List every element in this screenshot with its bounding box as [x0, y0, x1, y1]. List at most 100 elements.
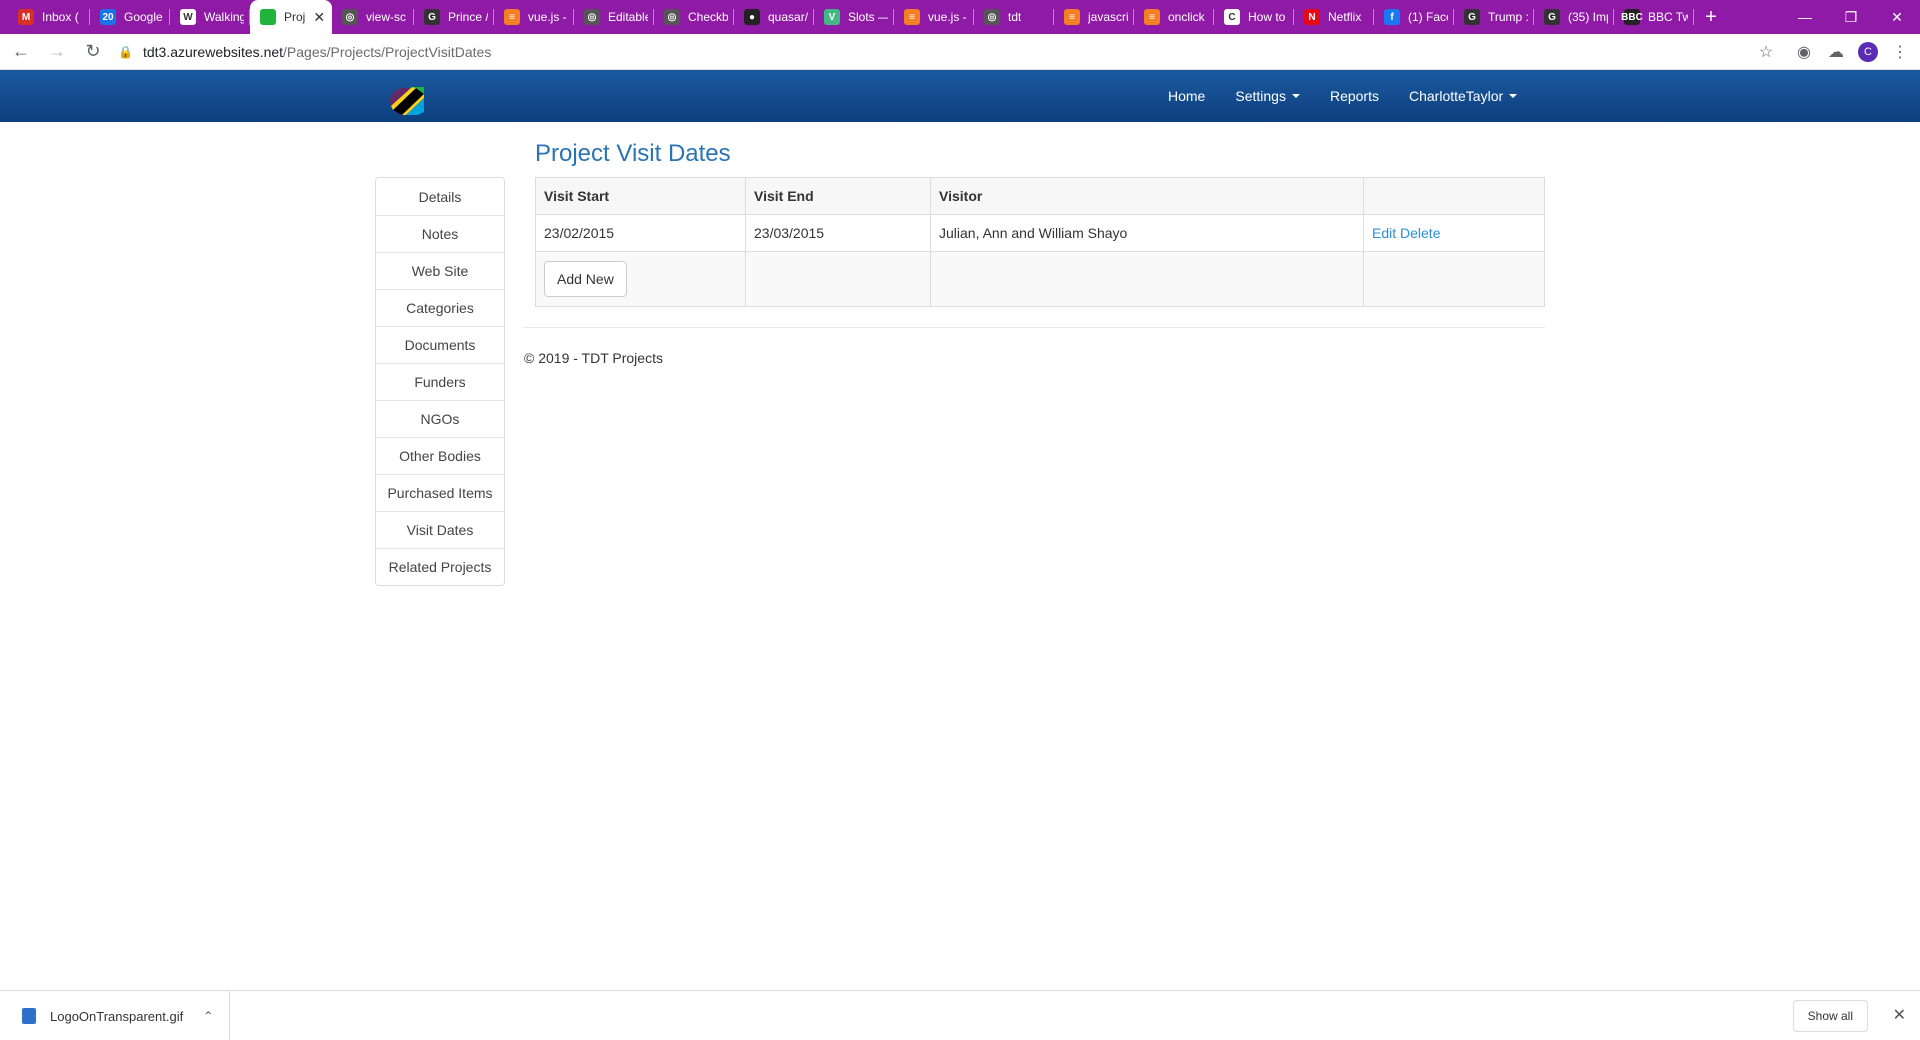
sidebar-item-ngos[interactable]: NGOs	[376, 400, 504, 437]
browser-tab[interactable]: BBC BBC Tw	[1614, 0, 1694, 34]
browser-tab[interactable]: 20 Google	[90, 0, 170, 34]
browser-tab[interactable]: f (1) Face	[1374, 0, 1454, 34]
profile-initial: C	[1858, 41, 1878, 62]
page-title: Project Visit Dates	[535, 140, 731, 167]
project-sidebar: Details Notes Web Site Categories Documents F…	[375, 177, 505, 586]
tab-close-icon[interactable]: ✕	[313, 9, 325, 26]
close-icon[interactable]: ✕	[1893, 1005, 1906, 1025]
empty-cell	[745, 251, 931, 307]
browser-tab[interactable]: ◎ tdt	[974, 0, 1054, 34]
sidebar-item-categories[interactable]: Categories	[376, 289, 504, 326]
sidebar-item-documents[interactable]: Documents	[376, 326, 504, 363]
browser-tab[interactable]: V Slots —	[814, 0, 894, 34]
address-bar[interactable]: 🔒 tdt3.azurewebsites.net/Pages/Projects/…	[118, 38, 1750, 66]
chevron-up-icon[interactable]: ⌃	[203, 1009, 213, 1023]
sidebar-item-details[interactable]: Details	[376, 178, 504, 215]
browser-tab[interactable]: ≡ javascri	[1054, 0, 1134, 34]
nav-user-label: CharlotteTaylor	[1408, 88, 1504, 104]
profile-avatar[interactable]: C	[1852, 37, 1884, 67]
header-actions	[1363, 177, 1545, 215]
netflix-icon: N	[1304, 9, 1320, 25]
browser-tab[interactable]: ◎ view-sc	[332, 0, 414, 34]
browser-tab[interactable]: N Netflix	[1294, 0, 1374, 34]
browser-tab[interactable]: ≡ vue.js -	[494, 0, 574, 34]
sidebar-item-related-projects[interactable]: Related Projects	[376, 548, 504, 585]
browser-tab[interactable]: ● quasar/	[734, 0, 814, 34]
table-header-row: Visit Start Visit End Visitor	[535, 177, 1545, 215]
download-bar: LogoOnTransparent.gif ⌃ Show all ✕	[0, 990, 1920, 1040]
delete-link[interactable]: Delete	[1400, 225, 1440, 241]
nav-settings-dropdown[interactable]: Settings	[1235, 88, 1300, 104]
caret-down-icon	[1291, 94, 1300, 98]
nav-user-dropdown[interactable]: CharlotteTaylor	[1408, 88, 1518, 104]
sidebar-item-other-bodies[interactable]: Other Bodies	[376, 437, 504, 474]
browser-tab[interactable]: ≡ onclick	[1134, 0, 1214, 34]
nav-settings-label: Settings	[1235, 88, 1286, 104]
g-icon: G	[1544, 9, 1560, 25]
tab-label: Editable	[608, 10, 648, 24]
close-window-icon[interactable]: ✕	[1874, 0, 1920, 34]
window-controls: — ❐ ✕	[1782, 0, 1920, 34]
browser-tab[interactable]: Proj ✕	[250, 0, 332, 34]
tab-label: vue.js -	[528, 10, 567, 24]
add-new-button[interactable]: Add New	[544, 261, 627, 297]
browser-tab[interactable]: ◎ Editable	[574, 0, 654, 34]
cell-actions: Edit Delete	[1363, 214, 1545, 252]
tab-label: Proj	[284, 10, 306, 24]
tab-label: javascri	[1088, 10, 1128, 24]
extension-icon[interactable]: ◉	[1788, 37, 1820, 67]
calendar-icon: 20	[100, 9, 116, 25]
tab-label: (1) Face	[1408, 10, 1448, 24]
table-row: 23/02/2015 23/03/2015 Julian, Ann and Wi…	[535, 214, 1545, 252]
wikipedia-icon: W	[180, 9, 196, 25]
tab-label: (35) Imp	[1568, 10, 1608, 24]
cloud-extension-icon[interactable]: ☁	[1820, 37, 1852, 67]
tab-label: Netflix	[1328, 10, 1362, 24]
browser-tab[interactable]: C How to	[1214, 0, 1294, 34]
file-icon	[22, 1008, 36, 1024]
show-all-button[interactable]: Show all	[1792, 1000, 1868, 1032]
sidebar-item-funders[interactable]: Funders	[376, 363, 504, 400]
browser-tab[interactable]: M Inbox (	[8, 0, 90, 34]
browser-tab-strip: M Inbox (20 Google W Walking Proj ✕ ◎ view-sc G Pr…	[0, 0, 1920, 34]
browser-tab[interactable]: G Trump :	[1454, 0, 1534, 34]
menu-kebab-icon[interactable]: ⋮	[1884, 37, 1916, 67]
forward-arrow-icon[interactable]: →	[42, 37, 72, 67]
add-row: Add New	[535, 251, 1545, 307]
new-tab-button[interactable]: +	[1694, 0, 1728, 34]
sidebar-item-purchased-items[interactable]: Purchased Items	[376, 474, 504, 511]
nav-home[interactable]: Home	[1168, 88, 1205, 104]
tanzania-flag-icon	[260, 9, 276, 25]
browser-tab[interactable]: ≡ vue.js -	[894, 0, 974, 34]
tab-label: Slots —	[848, 10, 888, 24]
tab-label: tdt	[1008, 10, 1022, 24]
cell-visit-start: 23/02/2015	[535, 214, 746, 252]
browser-tab[interactable]: ◎ Checkb	[654, 0, 734, 34]
browser-tab[interactable]: G Prince /	[414, 0, 494, 34]
header-visit-end: Visit End	[745, 177, 931, 215]
sidebar-item-visit-dates[interactable]: Visit Dates	[376, 511, 504, 548]
back-arrow-icon[interactable]: ←	[6, 37, 36, 67]
browser-tab[interactable]: G (35) Imp	[1534, 0, 1614, 34]
tab-list: M Inbox (20 Google W Walking Proj ✕ ◎ view-sc G Pr…	[0, 0, 1694, 34]
download-item[interactable]: LogoOnTransparent.gif ⌃	[0, 991, 230, 1040]
nav-reports[interactable]: Reports	[1330, 88, 1379, 104]
restore-icon[interactable]: ❐	[1828, 0, 1874, 34]
tdt-logo[interactable]	[388, 84, 426, 116]
reload-icon[interactable]: ↻	[78, 37, 108, 67]
minimize-icon[interactable]: —	[1782, 0, 1828, 34]
tab-label: Trump :	[1488, 10, 1528, 24]
edit-link[interactable]: Edit	[1372, 225, 1396, 241]
url-host: tdt3.azurewebsites.net	[142, 43, 284, 60]
browser-toolbar: ← → ↻ 🔒 tdt3.azurewebsites.net/Pages/Pro…	[0, 34, 1920, 70]
sidebar-item-web-site[interactable]: Web Site	[376, 252, 504, 289]
bookmark-star-icon[interactable]: ☆	[1750, 37, 1782, 67]
globe-icon: ◎	[984, 9, 1000, 25]
browser-tab[interactable]: W Walking	[170, 0, 250, 34]
nav-links: Home Settings Reports CharlotteTaylor	[1168, 70, 1547, 122]
cell-visit-end: 23/03/2015	[745, 214, 931, 252]
tab-label: Inbox (	[42, 10, 79, 24]
gmail-icon: M	[18, 9, 34, 25]
sidebar-item-notes[interactable]: Notes	[376, 215, 504, 252]
empty-cell	[930, 251, 1364, 307]
